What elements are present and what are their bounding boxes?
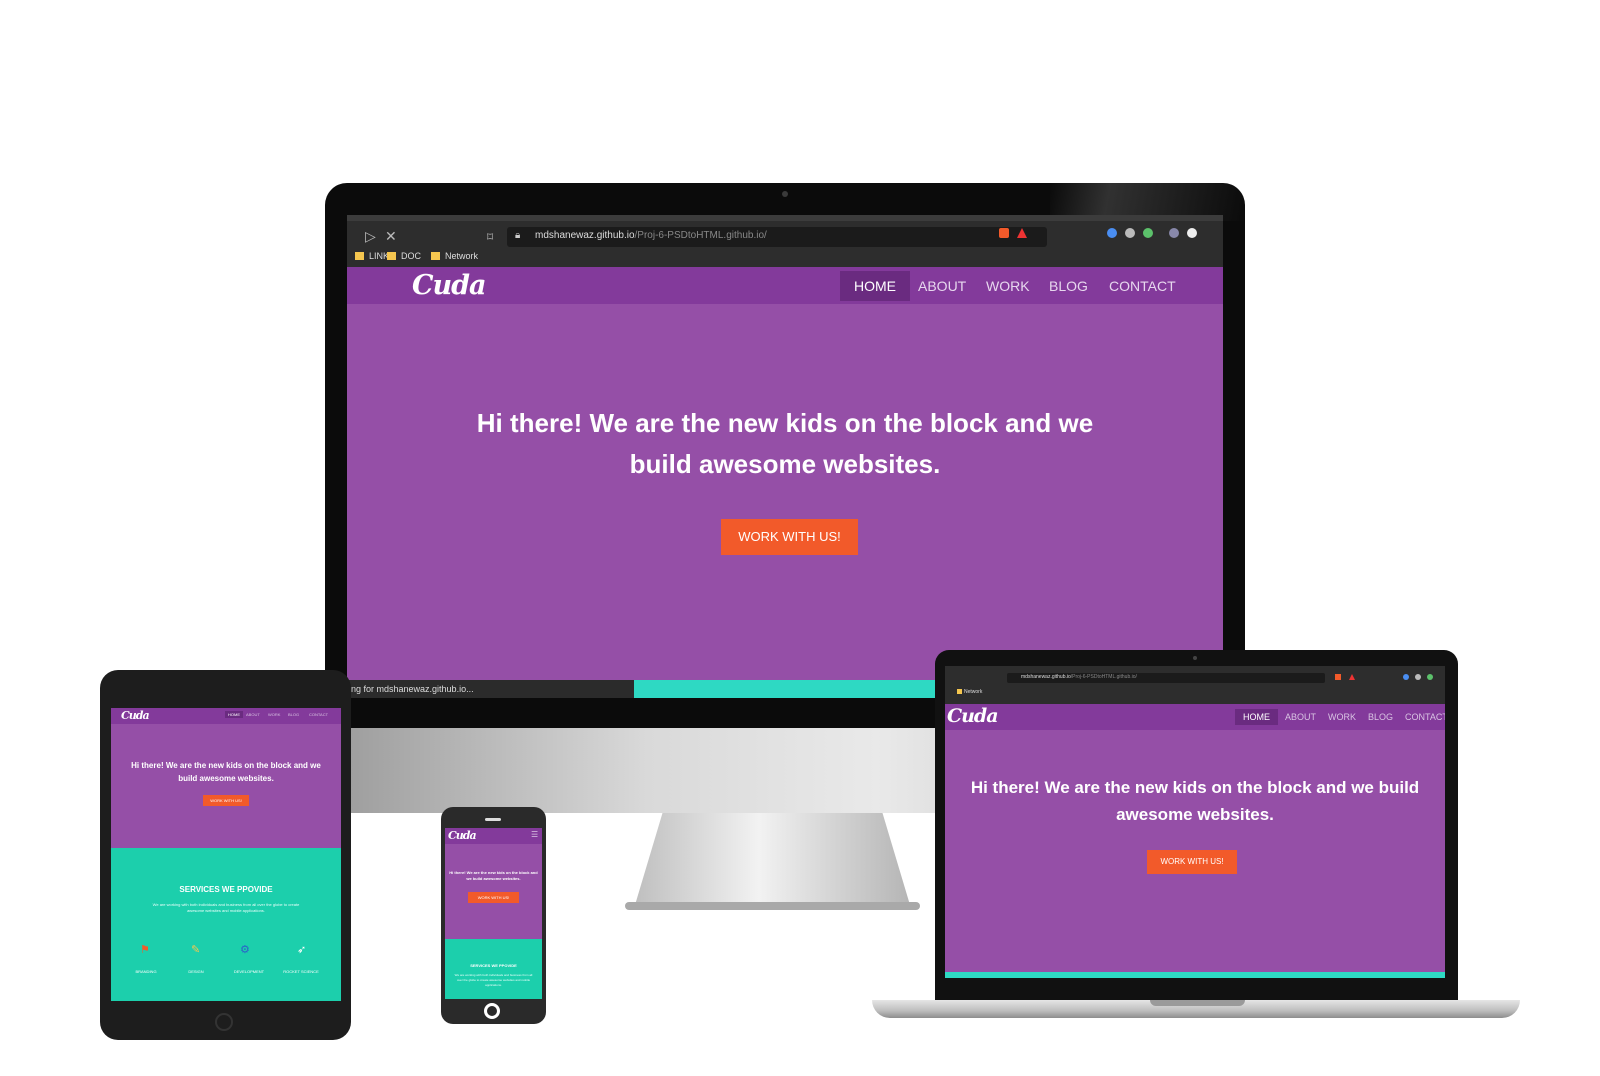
tablet-hero-button[interactable]: WORK WITH US! xyxy=(203,795,249,806)
bookmark-doc[interactable]: DOC xyxy=(387,251,421,261)
tablet-services-title: SERVICES WE PPOVIDE xyxy=(179,885,273,894)
tablet-home-button-icon[interactable] xyxy=(215,1013,233,1031)
laptop-screen: mdshanewaz.github.io/Proj-6-PSDtoHTML.gi… xyxy=(945,666,1445,978)
imac-screen: ▷ ✕ ⌑ 🔒︎ mdshanewaz.github.io/Proj-6-PSD… xyxy=(347,215,1223,698)
tablet-nav-home[interactable]: HOME xyxy=(225,711,243,718)
extension-icon[interactable] xyxy=(1403,674,1409,680)
folder-icon xyxy=(355,252,364,260)
nav-contact[interactable]: CONTACT xyxy=(1109,278,1176,294)
rocket-icon: ➶ xyxy=(297,944,307,956)
nav-blog[interactable]: BLOG xyxy=(1049,278,1088,294)
lock-icon: 🔒︎ xyxy=(515,230,521,241)
tablet-nav-about[interactable]: ABOUT xyxy=(246,712,260,717)
phone-speaker xyxy=(485,818,501,821)
bookmark-icon[interactable]: ⌑ xyxy=(487,230,493,244)
address-bar[interactable]: 🔒︎ mdshanewaz.github.io/Proj-6-PSDtoHTML… xyxy=(507,227,1047,247)
laptop-hero-button[interactable]: WORK WITH US! xyxy=(1147,850,1237,874)
laptop-nav-work[interactable]: WORK xyxy=(1328,712,1356,722)
laptop-bookmark-network[interactable]: Network xyxy=(957,689,982,695)
extension-icon[interactable] xyxy=(1107,228,1117,238)
hero-title: Hi there! We are the new kids on the blo… xyxy=(476,408,1094,479)
extension-icon[interactable] xyxy=(1415,674,1421,680)
phone-screen: Cuda ☰ Hi there! We are the new kids on … xyxy=(445,828,542,999)
flag-icon: ⚑ xyxy=(140,944,150,956)
phone-hero-button[interactable]: WORK WITH US! xyxy=(468,892,519,903)
laptop-camera xyxy=(1193,656,1197,660)
phone-services-title: SERVICES WE PPOVIDE xyxy=(470,963,517,968)
extension-icon[interactable] xyxy=(1143,228,1153,238)
extension-icon[interactable] xyxy=(1169,228,1179,238)
phone-services-section: SERVICES WE PPOVIDE We are working with … xyxy=(445,939,542,999)
laptop-nav-about[interactable]: ABOUT xyxy=(1285,712,1316,722)
tablet-services-section: SERVICES WE PPOVIDE We are working with … xyxy=(111,848,341,1001)
tablet-service-design: DESIGN xyxy=(188,969,204,974)
puzzle-icon[interactable] xyxy=(1187,228,1197,238)
imac-stand-base xyxy=(625,902,920,910)
folder-icon xyxy=(957,689,962,694)
tablet-service-branding: BRANDING xyxy=(135,969,157,974)
brave-shield-icon[interactable] xyxy=(1335,674,1341,680)
extension-icon[interactable] xyxy=(1125,228,1135,238)
tablet-service-development: DEVELOPMENT xyxy=(233,969,265,974)
folder-icon xyxy=(387,252,396,260)
tablet-nav-contact[interactable]: CONTACT xyxy=(309,712,328,717)
browser-tabstrip xyxy=(347,215,1223,221)
tablet-nav-work[interactable]: WORK xyxy=(268,712,280,717)
pencil-icon: ✎ xyxy=(191,944,201,956)
imac-camera xyxy=(782,191,788,197)
tablet-hero-title: Hi there! We are the new kids on the blo… xyxy=(131,761,321,783)
laptop-site-navbar: Cuda HOME ABOUT WORK BLOG CONTACT xyxy=(945,704,1445,730)
site-logo[interactable]: Cuda xyxy=(412,270,486,301)
url-text: mdshanewaz.github.io/Proj-6-PSDtoHTML.gi… xyxy=(535,230,767,241)
browser-toolbar: ▷ ✕ ⌑ 🔒︎ mdshanewaz.github.io/Proj-6-PSD… xyxy=(347,215,1223,267)
laptop-address-bar[interactable]: mdshanewaz.github.io/Proj-6-PSDtoHTML.gi… xyxy=(1007,673,1325,683)
phone-hero-title: Hi there! We are the new kids on the blo… xyxy=(449,870,538,881)
nav-work[interactable]: WORK xyxy=(986,278,1030,294)
work-with-us-button[interactable]: WORK WITH US! xyxy=(721,519,858,555)
laptop-url-text: mdshanewaz.github.io/Proj-6-PSDtoHTML.gi… xyxy=(1021,674,1137,680)
laptop-browser-toolbar: mdshanewaz.github.io/Proj-6-PSDtoHTML.gi… xyxy=(945,666,1445,704)
apple-logo-icon xyxy=(765,745,805,793)
extension-icon[interactable] xyxy=(1427,674,1433,680)
gears-icon: ⚙ xyxy=(240,944,250,956)
forward-icon[interactable]: ▷ xyxy=(365,229,376,245)
nav-home[interactable]: HOME xyxy=(840,271,910,301)
tablet-services-desc: We are working with both individuals and… xyxy=(152,902,300,913)
laptop-hero-title: Hi there! We are the new kids on the blo… xyxy=(970,778,1420,824)
imac-stand xyxy=(635,813,910,905)
browser-status-bar: ing for mdshanewaz.github.io... xyxy=(347,680,636,698)
laptop-notch xyxy=(1150,1000,1245,1006)
phone-home-button-icon[interactable] xyxy=(484,1003,500,1019)
phone-logo[interactable]: Cuda xyxy=(448,829,477,842)
tablet-nav-blog[interactable]: BLOG xyxy=(288,712,299,717)
hamburger-icon[interactable]: ☰ xyxy=(531,830,538,839)
bookmark-network[interactable]: Network xyxy=(431,251,478,261)
phone-services-desc: We are working with both individuals and… xyxy=(454,973,533,987)
site-navbar: Cuda HOME ABOUT WORK BLOG CONTACT xyxy=(347,267,1223,304)
nav-about[interactable]: ABOUT xyxy=(918,278,966,294)
laptop-nav-contact[interactable]: CONTACT xyxy=(1405,712,1445,722)
laptop-nav-blog[interactable]: BLOG xyxy=(1368,712,1393,722)
tablet-screen: Cuda HOME ABOUT WORK BLOG CONTACT Hi the… xyxy=(111,708,341,1001)
bookmark-link[interactable]: LINK xyxy=(355,251,389,261)
laptop-logo[interactable]: Cuda xyxy=(947,705,999,727)
brave-shield-icon[interactable] xyxy=(999,228,1009,238)
laptop-nav-home[interactable]: HOME xyxy=(1235,709,1278,725)
tablet-logo[interactable]: Cuda xyxy=(121,709,150,722)
phone-navbar: Cuda ☰ xyxy=(445,828,542,844)
laptop-teal-edge xyxy=(945,972,1445,978)
tablet-navbar: Cuda HOME ABOUT WORK BLOG CONTACT xyxy=(111,708,341,724)
close-icon[interactable]: ✕ xyxy=(385,229,397,245)
folder-icon xyxy=(431,252,440,260)
tablet-service-rocket-science: ROCKET SCIENCE xyxy=(283,969,319,974)
rewards-icon[interactable] xyxy=(1349,674,1355,680)
